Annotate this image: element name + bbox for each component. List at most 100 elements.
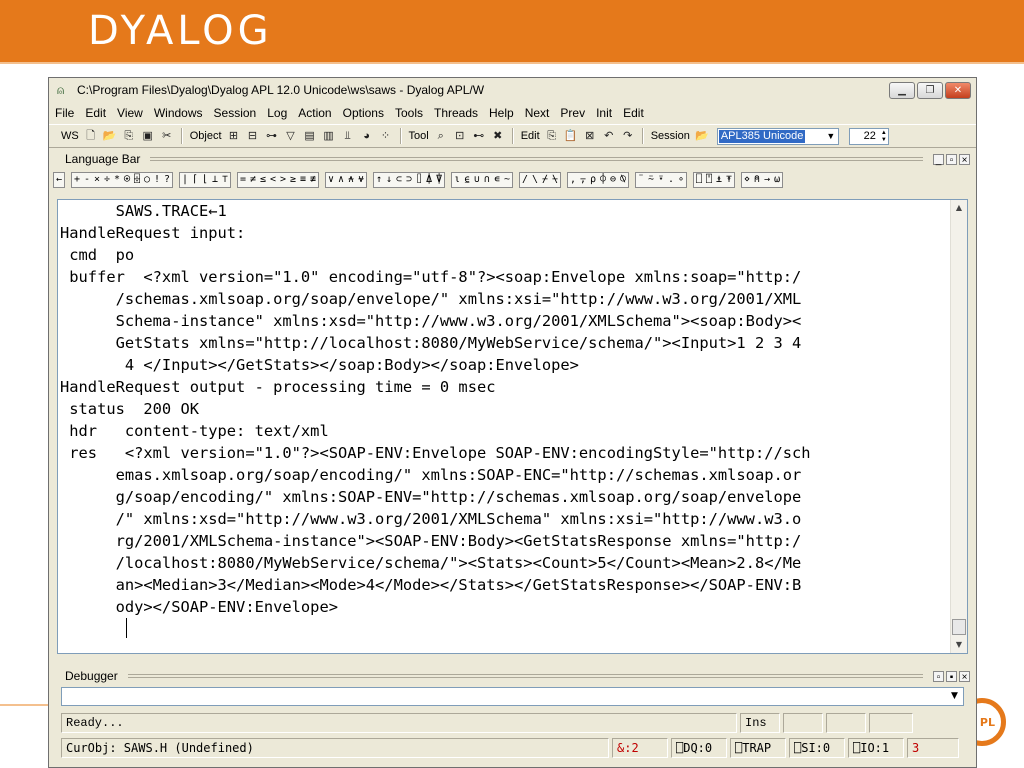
float-pane-icon[interactable]: ▫ [946,153,957,166]
menu-tools[interactable]: Tools [395,106,423,120]
apl-glyph-button[interactable]: ⊂ [394,173,404,187]
apl-glyph-button[interactable]: ∪ [472,173,482,187]
menu-options[interactable]: Options [343,106,384,120]
scatter-chart-icon[interactable]: ⁘ [378,128,394,144]
apl-glyph-button[interactable]: ⌊ [200,173,210,187]
apl-glyph-button[interactable]: ⍳ [452,173,462,187]
drop-ws-icon[interactable]: ✂ [159,128,175,144]
apl-glyph-button[interactable]: ∨ [326,173,336,187]
object-tree-icon[interactable]: ⊶ [264,128,280,144]
apl-glyph-button[interactable]: \ [530,173,540,187]
clear-icon[interactable]: ✖ [490,128,506,144]
apl-glyph-button[interactable]: ⌿ [540,173,550,187]
font-select[interactable]: APL385 Unicode ▼ [716,127,839,145]
menu-prev[interactable]: Prev [560,106,585,120]
apl-glyph-button[interactable]: ≠ [248,173,258,187]
apl-glyph-button[interactable]: ≢ [308,173,318,187]
apl-glyph-button[interactable]: , [568,173,578,187]
session-line[interactable]: status 200 OK [60,398,950,420]
apl-glyph-button[interactable]: ⊖ [608,173,618,187]
apl-glyph-button[interactable]: = [238,173,248,187]
apl-glyph-button[interactable]: ⍟ [122,173,132,187]
apl-glyph-button[interactable]: ∘ [676,173,686,187]
session-line[interactable]: res <?xml version="1.0"?><SOAP-ENV:Envel… [60,442,950,464]
menu-init[interactable]: Init [596,106,612,120]
apl-glyph-button[interactable]: . [666,173,676,187]
session-open-icon[interactable]: 📂 [694,128,710,144]
apl-glyph-button[interactable]: × [92,173,102,187]
apl-glyph-button[interactable]: ⌽ [598,173,608,187]
float-pane-icon[interactable]: ▫ [933,670,944,683]
apl-glyph-button[interactable]: ⌷ [414,173,424,187]
apl-glyph-button[interactable]: ⊤ [220,173,230,187]
restore-pane-icon[interactable]: ▪ [946,670,957,683]
apl-glyph-button[interactable]: ∩ [482,173,492,187]
dock-grip[interactable] [127,674,923,678]
filter-icon[interactable]: ▽ [283,128,299,144]
close-pane-icon[interactable]: × [959,670,970,683]
debugger-select[interactable]: ▼ [61,687,964,706]
restore-button[interactable]: ❐ [917,82,943,99]
search-icon[interactable]: ⌕ [433,128,449,144]
apl-glyph-button[interactable]: ⍒ [434,173,444,187]
session-line[interactable]: SAWS.TRACE←1 [60,200,950,222]
session-line[interactable]: /localhost:8080/MyWebService/schema/"><S… [60,552,950,574]
edit-object-icon[interactable]: ⊟ [245,128,261,144]
bar-chart-icon[interactable]: ▥ [321,128,337,144]
redo-icon[interactable]: ↷ [620,128,636,144]
scroll-thumb[interactable] [952,619,966,635]
apl-glyph-button[interactable]: - [82,173,92,187]
minimize-button[interactable]: ▁ [889,82,915,99]
apl-glyph-button[interactable]: ⌹ [132,173,142,187]
apl-glyph-button[interactable]: < [268,173,278,187]
stepper-arrows-icon[interactable]: ▲ ▼ [881,130,887,144]
apl-glyph-button[interactable]: ≤ [258,173,268,187]
dock-grip[interactable] [150,157,923,161]
apl-glyph-button[interactable]: ⍪ [578,173,588,187]
apl-glyph-button[interactable]: + [72,173,82,187]
session-line[interactable]: rg/2001/XMLSchema-instance"><SOAP-ENV:Bo… [60,530,950,552]
close-pane-icon[interactable]: × [959,153,970,166]
session-line[interactable]: emas.xmlsoap.org/soap/encoding/" xmlns:S… [60,464,950,486]
new-object-icon[interactable]: ⊞ [226,128,242,144]
line-chart-icon[interactable]: ⫫ [340,128,356,144]
vertical-scrollbar[interactable]: ▲ ▼ [950,200,967,653]
menu-threads[interactable]: Threads [434,106,478,120]
apl-glyph-button[interactable]: ⍞ [704,173,714,187]
session-line[interactable]: /" xmlns:xsd="http://www.w3.org/2001/XML… [60,508,950,530]
session-log[interactable]: SAWS.TRACE←1 HandleRequest input: cmd po … [57,199,968,654]
apl-glyph-button[interactable]: ⍣ [656,173,666,187]
session-line[interactable]: Schema-instance" xmlns:xsd="http://www.w… [60,310,950,332]
apl-glyph-button[interactable]: / [520,173,530,187]
session-line[interactable]: HandleRequest input: [60,222,950,244]
apl-glyph-button[interactable]: ⍉ [618,173,628,187]
menu-action[interactable]: Action [298,106,331,120]
apl-glyph-button[interactable]: ⋄ [742,173,752,187]
menu-view[interactable]: View [117,106,143,120]
open-ws-icon[interactable]: 📂 [102,128,118,144]
apl-glyph-button[interactable]: ○ [142,173,152,187]
apl-glyph-button[interactable]: ⌈ [190,173,200,187]
session-line[interactable]: ody></SOAP-ENV:Envelope> [60,596,950,618]
apl-glyph-button[interactable]: ⍨ [646,173,656,187]
session-line[interactable]: 4 </Input></GetStats></soap:Body></soap:… [60,354,950,376]
session-line[interactable]: HandleRequest output - processing time =… [60,376,950,398]
apl-glyph-button[interactable]: → [762,173,772,187]
apl-glyph-button[interactable]: ! [152,173,162,187]
apl-glyph-button[interactable]: ~ [502,173,512,187]
apl-glyph-button[interactable]: ↓ [384,173,394,187]
apl-glyph-button[interactable]: ⍕ [724,173,734,187]
session-line[interactable]: buffer <?xml version="1.0" encoding="utf… [60,266,950,288]
apl-glyph-button[interactable]: ∧ [336,173,346,187]
menu-session[interactable]: Session [214,106,257,120]
apl-glyph-button[interactable]: ⊃ [404,173,414,187]
chevron-down-icon[interactable]: ▼ [824,129,838,144]
font-size-stepper[interactable]: 22 ▲ ▼ [848,127,889,145]
apl-glyph-button[interactable]: ⎕ [694,173,704,187]
menu-help[interactable]: Help [489,106,514,120]
line-numbers-icon[interactable]: ⊷ [471,128,487,144]
session-line[interactable]: GetStats xmlns="http://localhost:8080/My… [60,332,950,354]
close-button[interactable]: ✕ [945,82,971,99]
menu-log[interactable]: Log [267,106,287,120]
apl-glyph-button[interactable]: ⍀ [550,173,560,187]
